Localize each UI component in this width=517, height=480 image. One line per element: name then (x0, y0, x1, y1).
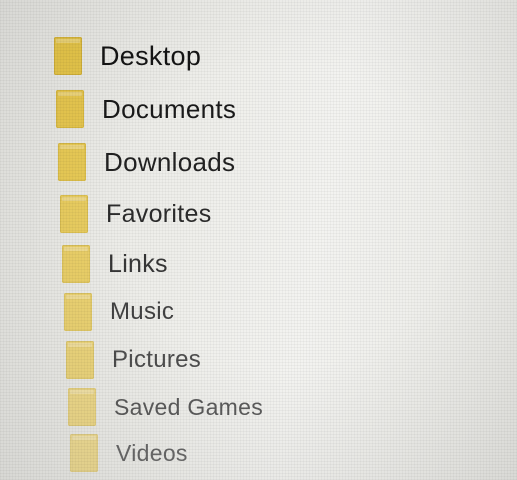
folder-list: Desktop Documents Downloads Favorites Li… (0, 0, 517, 480)
folder-label: Music (110, 298, 175, 325)
folder-item-downloads[interactable]: Downloads (58, 139, 235, 185)
folder-label: Videos (116, 439, 188, 466)
folder-label: Links (108, 249, 168, 278)
folder-icon (68, 388, 96, 426)
folder-icon (56, 90, 84, 128)
folder-icon (66, 341, 94, 379)
folder-icon (54, 37, 82, 75)
folder-item-pictures[interactable]: Pictures (66, 337, 201, 383)
folder-item-links[interactable]: Links (62, 241, 168, 287)
folder-item-favorites[interactable]: Favorites (60, 191, 212, 237)
folder-icon (58, 143, 86, 181)
folder-item-documents[interactable]: Documents (56, 86, 236, 132)
folder-label: Pictures (112, 346, 202, 373)
folder-label: Downloads (104, 146, 236, 177)
folder-item-music[interactable]: Music (64, 289, 174, 335)
folder-label: Desktop (100, 40, 202, 71)
folder-label: Documents (102, 93, 237, 124)
folder-item-videos[interactable]: Videos (70, 430, 188, 476)
folder-icon (70, 434, 98, 472)
folder-label: Saved Games (114, 393, 264, 420)
folder-icon (60, 195, 88, 233)
folder-item-saved-games[interactable]: Saved Games (68, 384, 263, 430)
folder-item-desktop[interactable]: Desktop (54, 33, 201, 79)
folder-icon (62, 245, 90, 283)
folder-label: Favorites (106, 199, 212, 228)
folder-icon (64, 293, 92, 331)
